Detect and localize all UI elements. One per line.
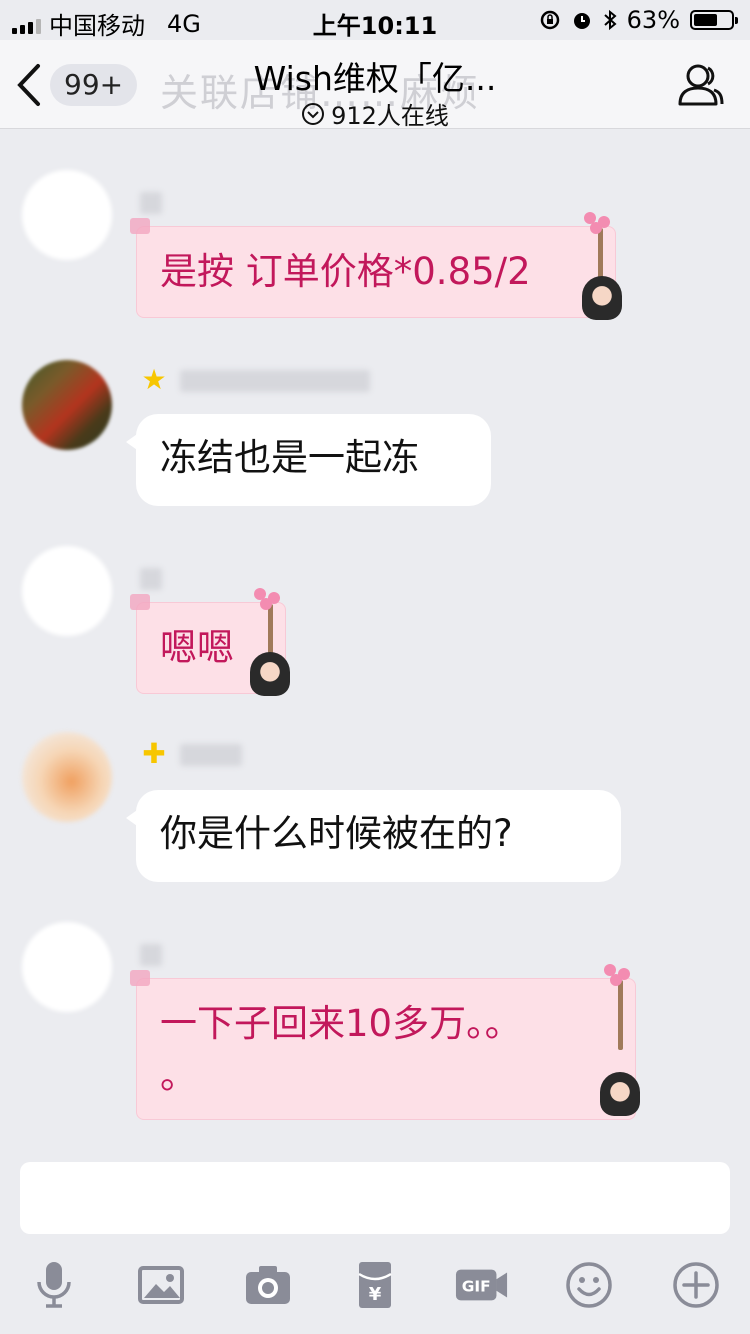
message-text: 冻结也是一起冻 [160,436,419,479]
input-toolbar: ¥ GIF [0,1250,750,1320]
avatar[interactable] [22,922,112,1012]
avatar[interactable] [22,732,112,822]
rotation-lock-icon [540,10,559,30]
message-bubble[interactable]: 一下子回来10多万。。 。 [130,964,640,1120]
sender-name [140,568,162,590]
nav-bar: 关联店铺……麻烦 99+ Wish维权「亿... 912人在线 [0,40,750,131]
message-bubble[interactable]: 你是什么时候被在的? [126,790,621,882]
bubble-decoration [130,594,150,610]
status-bar: 中国移动 4G 上午10:11 63% [0,0,750,40]
message-bubble[interactable]: 冻结也是一起冻 [126,414,491,506]
message-text: 是按 订单价格*0.85/2 [160,250,531,293]
message-text: 嗯嗯 [160,626,234,669]
message-bubble[interactable]: 嗯嗯 [130,588,290,696]
avatar[interactable] [22,360,112,450]
plus-icon[interactable] [669,1258,723,1312]
svg-text:GIF: GIF [462,1278,491,1296]
message-text: 一下子回来10多万。。 [160,1002,522,1045]
online-count: 912人在线 [331,102,449,130]
level-star-icon: ✚ [142,737,166,770]
battery-icon [690,10,738,30]
avatar[interactable] [22,170,112,260]
microphone-icon[interactable] [27,1258,81,1312]
bubble-avatar-sticker [250,652,290,696]
camera-icon[interactable] [241,1258,295,1312]
sender-name [140,944,162,966]
chevron-down-circle-icon [302,102,325,125]
bluetooth-icon [603,9,617,31]
chat-title: Wish维权「亿... [253,59,497,98]
bubble-decoration [130,970,150,986]
emoji-icon[interactable] [562,1258,616,1312]
message-bubble[interactable]: 是按 订单价格*0.85/2 [130,212,622,320]
online-indicator[interactable]: 912人在线 [0,96,750,131]
battery-percent: 63% [626,6,680,34]
avatar[interactable] [22,546,112,636]
level-star-icon: ★ [141,363,167,396]
message-text-line2: 。 [160,1054,197,1097]
alarm-icon [573,13,590,29]
bubble-decoration [130,218,150,234]
sender-name [180,370,370,392]
gif-icon[interactable]: GIF [455,1258,511,1312]
status-right: 63% [539,6,738,34]
red-packet-icon[interactable]: ¥ [348,1258,402,1312]
image-icon[interactable] [134,1258,188,1312]
message-input[interactable] [20,1162,730,1234]
bubble-avatar-sticker [582,276,622,320]
svg-text:¥: ¥ [369,1284,382,1305]
message-text: 你是什么时候被在的? [160,812,513,855]
group-members-icon[interactable] [674,58,726,110]
bubble-avatar-sticker [600,1072,640,1116]
sender-name [180,744,242,766]
sender-name [140,192,162,214]
flower-decoration-icon [594,964,636,1054]
